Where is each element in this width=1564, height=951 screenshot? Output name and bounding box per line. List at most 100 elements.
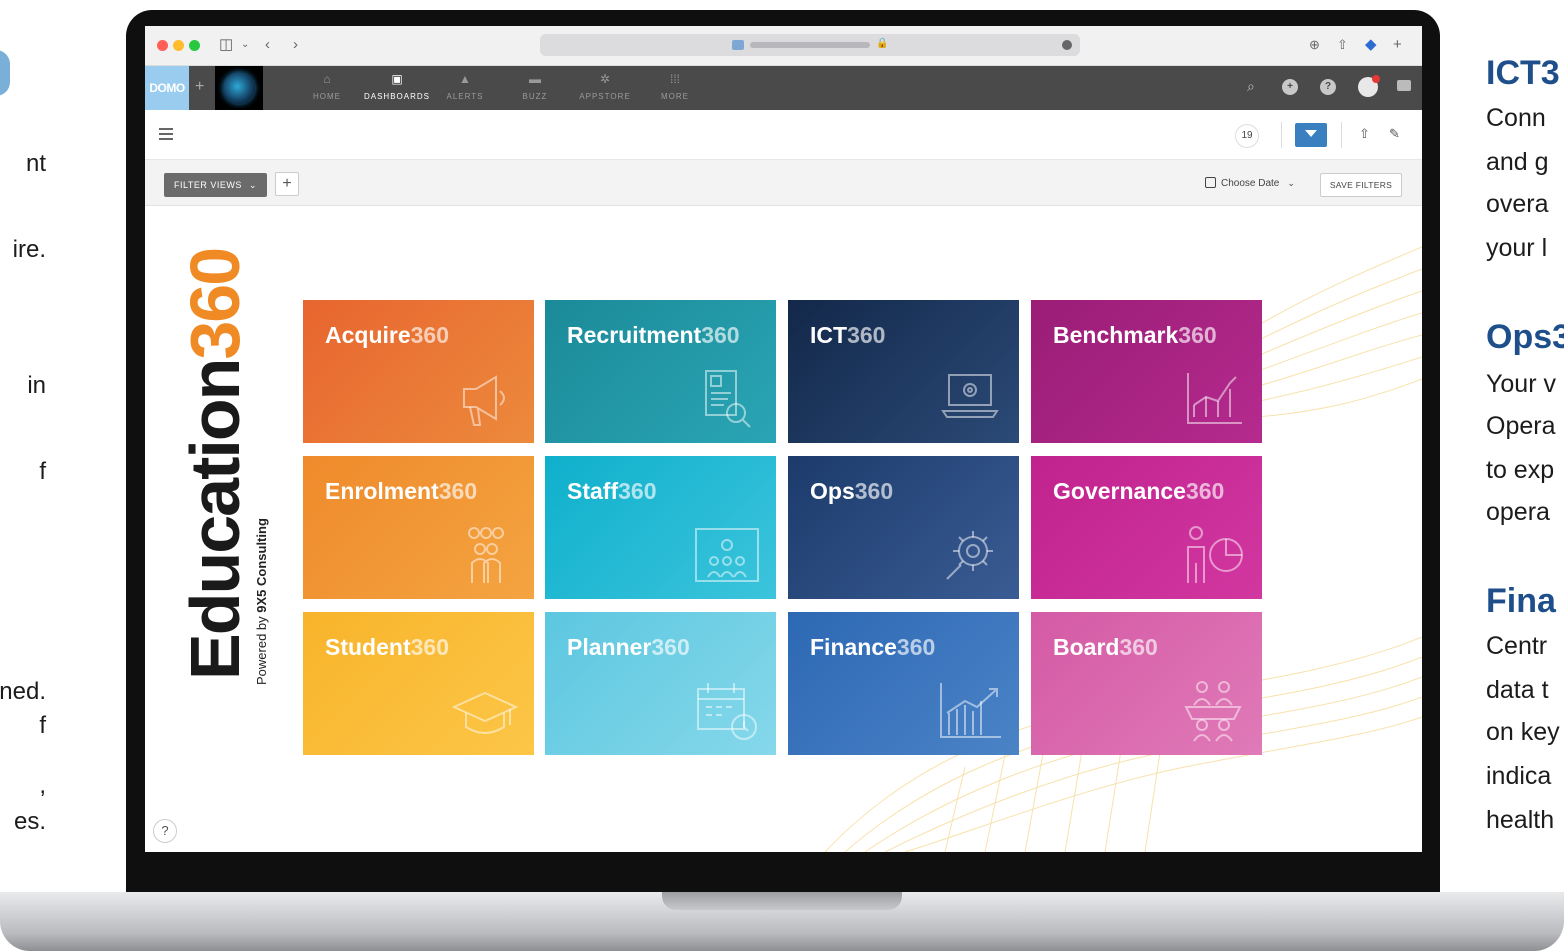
svg-text:Education360: Education360 bbox=[185, 249, 247, 680]
tile-title: Enrolment360 bbox=[325, 478, 478, 504]
wrench-icon[interactable]: ✎ bbox=[1389, 126, 1400, 142]
section-text-line: your l bbox=[1486, 234, 1548, 262]
section-heading: Fina bbox=[1486, 582, 1556, 620]
left-text-line: ire. bbox=[12, 236, 46, 263]
tile-title: Student360 bbox=[325, 634, 449, 660]
laptop-notch bbox=[662, 892, 902, 910]
search-icon[interactable]: ⌕ bbox=[1247, 78, 1255, 95]
education360-logo: Education360 bbox=[176, 225, 254, 685]
tile-recruitment360[interactable]: Recruitment360 bbox=[545, 300, 776, 443]
powered-by-label: Powered by 9X5 Consulting bbox=[253, 507, 271, 687]
chat-icon: ▬ bbox=[529, 72, 541, 86]
share-icon[interactable]: ⇧ bbox=[1337, 36, 1348, 54]
new-tab-icon[interactable]: + bbox=[1393, 36, 1402, 54]
section-text-line: health bbox=[1486, 806, 1555, 834]
line-chart-icon bbox=[1178, 367, 1248, 431]
chevron-down-icon[interactable]: ⌄ bbox=[241, 36, 249, 54]
tile-title: ICT360 bbox=[810, 322, 886, 348]
brain-logo-icon[interactable] bbox=[215, 66, 263, 110]
url-text-blurred bbox=[750, 42, 870, 48]
choose-date-dropdown[interactable]: Choose Date ⌄ bbox=[1205, 177, 1295, 189]
left-description-column: nt ire. in f ned. f , es. bbox=[0, 0, 60, 951]
tile-planner360[interactable]: Planner360 bbox=[545, 612, 776, 755]
domo-nav-bar: DOMO + ⌂ HOME ▣ DASHBOARDS ▲ ALERTS ▬ BU… bbox=[145, 66, 1422, 110]
section-text-line: and g bbox=[1486, 148, 1549, 176]
divider bbox=[1281, 122, 1282, 148]
brand-word: Education bbox=[185, 360, 247, 680]
presentation-icon bbox=[692, 523, 762, 587]
nav-item-buzz[interactable]: ▬ BUZZ bbox=[495, 72, 575, 101]
section-text-line: on key bbox=[1486, 718, 1560, 746]
back-icon[interactable]: ‹ bbox=[265, 36, 270, 54]
section-text-line: Conn bbox=[1486, 104, 1546, 132]
sidebar-toggle-icon[interactable]: ◫ bbox=[219, 36, 233, 54]
minimize-window-button[interactable] bbox=[173, 40, 184, 51]
nav-item-label: BUZZ bbox=[522, 92, 548, 101]
nav-item-alerts[interactable]: ▲ ALERTS bbox=[425, 72, 505, 101]
divider bbox=[1341, 122, 1342, 148]
laptop-screen: ◫ ⌄ ‹ › 🔒 ⊕ ⇧ ◆ + DOMO + ⌂ HOME ▣ DASHBO… bbox=[145, 26, 1422, 852]
add-content-icon[interactable]: + bbox=[1282, 79, 1298, 95]
tile-finance360[interactable]: Finance360 bbox=[788, 612, 1019, 755]
powered-by-prefix: Powered by bbox=[254, 613, 269, 685]
nav-item-label: HOME bbox=[313, 92, 341, 101]
funnel-icon bbox=[1305, 130, 1317, 137]
tile-student360[interactable]: Student360 bbox=[303, 612, 534, 755]
left-text-line: ned. bbox=[0, 678, 46, 705]
left-text-line: f bbox=[39, 458, 46, 485]
section-text-line: opera bbox=[1486, 498, 1550, 526]
save-filters-button[interactable]: SAVE FILTERS bbox=[1320, 173, 1402, 197]
tile-governance360[interactable]: Governance360 bbox=[1031, 456, 1262, 599]
tile-ops360[interactable]: Ops360 bbox=[788, 456, 1019, 599]
add-filter-button[interactable]: + bbox=[275, 172, 299, 196]
maximize-window-button[interactable] bbox=[189, 40, 200, 51]
laptop-gear-icon bbox=[935, 367, 1005, 431]
tile-title: Acquire360 bbox=[325, 322, 450, 348]
tile-title: Board360 bbox=[1053, 634, 1158, 660]
reader-icon[interactable] bbox=[1062, 40, 1072, 50]
help-circle-icon[interactable]: ? bbox=[1320, 79, 1336, 95]
share-icon[interactable]: ⇧ bbox=[1359, 126, 1370, 142]
nav-item-label: ALERTS bbox=[446, 92, 484, 101]
nav-item-more[interactable]: ⁞⁞⁞ MORE bbox=[635, 72, 715, 101]
graduation-cap-icon bbox=[450, 679, 520, 743]
avatar[interactable] bbox=[1358, 75, 1380, 97]
section-text-line: Your v bbox=[1486, 370, 1556, 398]
menu-icon[interactable] bbox=[159, 128, 173, 143]
close-window-button[interactable] bbox=[157, 40, 168, 51]
messages-icon[interactable] bbox=[1397, 80, 1411, 91]
tile-benchmark360[interactable]: Benchmark360 bbox=[1031, 300, 1262, 443]
extension-icon[interactable]: ◆ bbox=[1365, 36, 1377, 54]
download-icon[interactable]: ⊕ bbox=[1309, 36, 1320, 54]
tile-ict360[interactable]: ICT360 bbox=[788, 300, 1019, 443]
left-text-line: f bbox=[39, 712, 46, 739]
section-text-line: to exp bbox=[1486, 456, 1555, 484]
address-bar[interactable]: 🔒 bbox=[540, 34, 1080, 56]
tile-title: Ops360 bbox=[810, 478, 894, 504]
tile-staff360[interactable]: Staff360 bbox=[545, 456, 776, 599]
forward-icon[interactable]: › bbox=[293, 36, 298, 54]
domo-logo[interactable]: DOMO bbox=[145, 66, 189, 110]
choose-date-label: Choose Date bbox=[1221, 178, 1280, 189]
site-favicon-icon bbox=[732, 40, 744, 50]
tile-enrolment360[interactable]: Enrolment360 bbox=[303, 456, 534, 599]
tile-acquire360[interactable]: Acquire360 bbox=[303, 300, 534, 443]
add-icon[interactable]: + bbox=[195, 78, 204, 96]
nav-item-appstore[interactable]: ✲ APPSTORE bbox=[565, 72, 645, 101]
lock-icon: 🔒 bbox=[876, 38, 889, 49]
chevron-down-icon: ⌄ bbox=[248, 180, 257, 190]
svg-text:Powered by 9X5 Consulting: Powered by 9X5 Consulting bbox=[254, 518, 269, 685]
card-count-badge[interactable]: 19 bbox=[1235, 124, 1259, 148]
filter-button[interactable] bbox=[1295, 123, 1327, 147]
appstore-icon: ✲ bbox=[599, 72, 611, 86]
people-group-icon bbox=[450, 523, 520, 587]
section-text-line: data t bbox=[1486, 676, 1549, 704]
help-button[interactable]: ? bbox=[153, 819, 177, 843]
section-text-line: Opera bbox=[1486, 412, 1556, 440]
person-pie-icon bbox=[1178, 523, 1248, 587]
nav-item-home[interactable]: ⌂ HOME bbox=[287, 72, 367, 101]
section-heading: Ops3 bbox=[1486, 318, 1564, 356]
filter-views-button[interactable]: FILTER VIEWS ⌄ bbox=[164, 173, 267, 197]
dashboard-canvas: Education360 Powered by 9X5 Consulting A… bbox=[145, 207, 1422, 852]
tile-board360[interactable]: Board360 bbox=[1031, 612, 1262, 755]
